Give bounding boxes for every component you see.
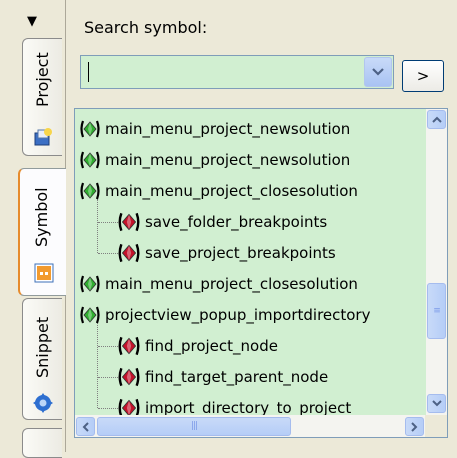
tree-row-label: main_menu_project_closesolution [105, 275, 358, 293]
green-symbol-icon [80, 120, 100, 138]
tree-connector-line [98, 222, 118, 223]
tab-project-label: Project [33, 52, 52, 108]
search-go-button[interactable]: > [402, 60, 444, 92]
grip-icon: ||| [190, 421, 198, 431]
tree-row-label: projectview_popup_importdirectory [105, 306, 371, 324]
search-dropdown-button[interactable] [364, 57, 392, 87]
tree-connector-line [97, 199, 98, 253]
tab-snippet-label: Snippet [33, 316, 52, 378]
search-input[interactable] [81, 56, 365, 88]
tab-symbol-label: Symbol [32, 187, 51, 247]
scroll-up-button[interactable] [427, 110, 446, 129]
tree-connector-line [97, 323, 98, 408]
chevron-left-icon [82, 421, 89, 432]
chevron-up-icon [431, 116, 442, 123]
red-symbol-icon [118, 336, 140, 356]
tree-row-label: find_target_parent_node [145, 368, 329, 386]
scroll-corner [425, 415, 447, 437]
tree-row[interactable]: save_project_breakpoints [117, 238, 336, 268]
grip-icon: ≡ [433, 305, 440, 316]
search-label: Search symbol: [84, 18, 208, 37]
green-symbol-icon [80, 306, 100, 324]
tab-snippet[interactable]: Snippet [22, 298, 62, 420]
snippet-gear-icon [33, 393, 53, 413]
tree-connector-line [98, 346, 118, 347]
tree-connector-line [98, 408, 118, 409]
tree-row[interactable]: main_menu_project_closesolution [79, 176, 358, 206]
tree-row-label: main_menu_project_closesolution [105, 182, 358, 200]
tree-row-label: save_project_breakpoints [145, 244, 336, 262]
green-symbol-icon [80, 275, 100, 293]
tree-row[interactable]: find_target_parent_node [117, 362, 328, 392]
chevron-right-icon [411, 421, 418, 432]
tab-symbol[interactable]: Symbol [18, 168, 66, 296]
tree-row-label: main_menu_project_newsolution [105, 120, 351, 138]
horizontal-scrollbar[interactable]: ||| [75, 415, 425, 437]
tree-row[interactable]: main_menu_project_newsolution [79, 145, 350, 175]
tree-row-label: save_folder_breakpoints [145, 213, 328, 231]
panel-tab-strip: ▼ Project Symbol Snippet [0, 0, 66, 458]
symbol-tree[interactable]: main_menu_project_newsolution main_menu_p… [74, 108, 448, 438]
tree-row-label: find_project_node [145, 337, 278, 355]
chevron-down-icon [431, 400, 442, 407]
text-caret [88, 62, 89, 82]
search-combobox[interactable] [80, 55, 394, 89]
tree-row[interactable]: projectview_popup_importdirectory [79, 300, 370, 330]
scroll-left-button[interactable] [76, 417, 95, 436]
green-symbol-icon [80, 182, 100, 200]
scroll-down-button[interactable] [427, 394, 446, 413]
tree-row-label: main_menu_project_newsolution [105, 151, 351, 169]
project-icon [34, 128, 52, 146]
tree-row[interactable]: main_menu_project_closesolution [79, 269, 358, 299]
green-symbol-icon [80, 151, 100, 169]
red-symbol-icon [118, 243, 140, 263]
red-symbol-icon [118, 212, 140, 232]
horizontal-scroll-thumb[interactable]: ||| [97, 417, 291, 436]
vertical-scroll-thumb[interactable]: ≡ [427, 283, 446, 339]
tree-row[interactable]: save_folder_breakpoints [117, 207, 327, 237]
chevron-down-icon [372, 68, 384, 76]
red-symbol-icon [118, 367, 140, 387]
tab-menu-button[interactable]: ▼ [22, 10, 42, 32]
tree-connector-line [98, 377, 118, 378]
tab-more[interactable] [22, 428, 62, 458]
tree-row[interactable]: main_menu_project_newsolution [79, 114, 350, 144]
menu-arrow-icon: ▼ [27, 13, 37, 29]
scroll-right-button[interactable] [405, 417, 424, 436]
vertical-scrollbar[interactable]: ≡ [426, 109, 447, 415]
symbol-icon [34, 263, 54, 283]
tab-project[interactable]: Project [22, 38, 62, 156]
tree-row[interactable]: find_project_node [117, 331, 278, 361]
tree-connector-line [98, 253, 118, 254]
